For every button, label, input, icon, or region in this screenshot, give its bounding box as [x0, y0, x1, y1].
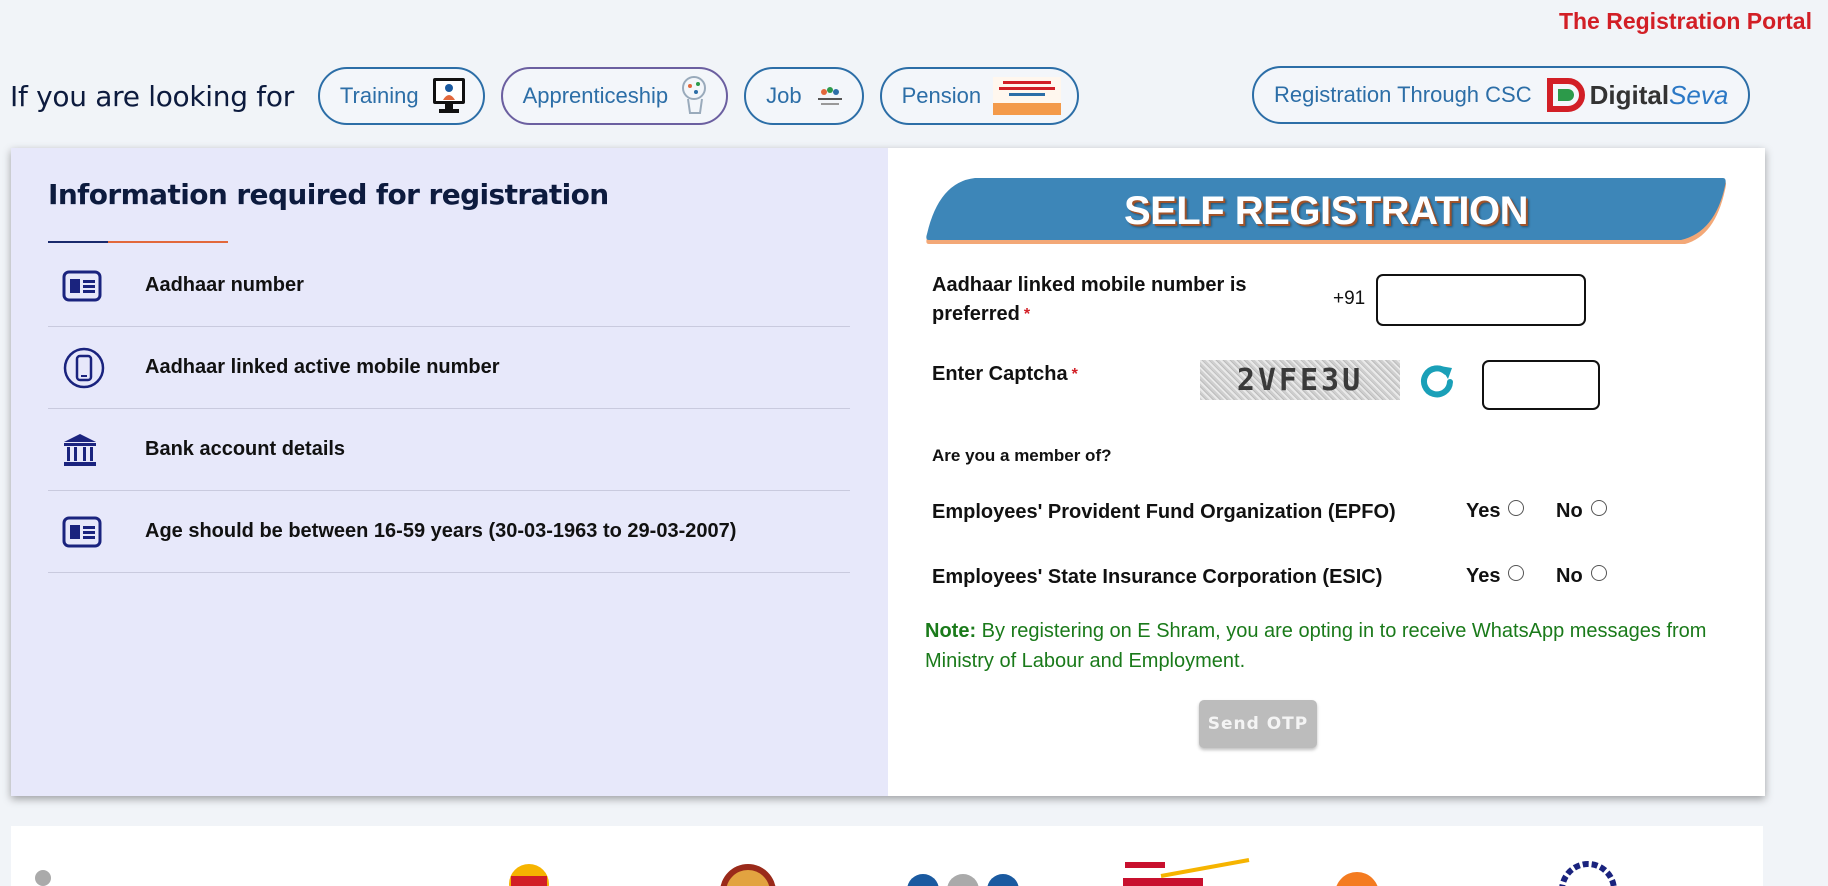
info-item-text: Bank account details: [145, 438, 346, 460]
epfo-no-radio[interactable]: [1590, 499, 1607, 516]
required-mark: *: [1071, 366, 1078, 383]
epfo-yes-radio[interactable]: [1508, 499, 1525, 516]
pension-label: Pension: [901, 83, 982, 108]
info-item-text: Aadhaar number: [145, 274, 304, 296]
no-label: No: [1556, 500, 1583, 522]
mobile-label: Aadhaar linked mobile number is preferre…: [932, 271, 1247, 329]
brand-digital: Digital: [1589, 79, 1670, 110]
info-list: Aadhaar number Aadhaar linked active mob…: [48, 245, 850, 573]
captcha-image: 2VFE3U: [1200, 360, 1400, 400]
seal-logo-icon: [720, 864, 776, 886]
mobile-label-line2: preferred: [932, 303, 1020, 325]
orange-logo-icon: [1336, 872, 1378, 886]
registration-info-panel: Information required for registration Aa…: [11, 148, 888, 796]
note-label: Note:: [925, 620, 977, 642]
digital-seva-logo-icon: [1544, 75, 1586, 115]
title-underline: [48, 241, 228, 243]
apprenticeship-label: Apprenticeship: [522, 83, 669, 108]
info-item-text: Aadhaar linked active mobile number: [145, 356, 500, 378]
epfo-no-option[interactable]: No: [1556, 499, 1607, 523]
info-item-aadhaar: Aadhaar number: [48, 245, 850, 327]
country-code-prefix: +91: [1333, 288, 1366, 309]
bank-icon: [48, 432, 145, 468]
apprenticeship-icon: [680, 74, 710, 118]
member-question: Are you a member of?: [932, 446, 1112, 465]
epfo-yes-option[interactable]: Yes: [1466, 499, 1525, 523]
yes-label: Yes: [1466, 500, 1501, 522]
self-registration-form: SELF REGISTRATION Aadhaar linked mobile …: [888, 148, 1765, 796]
registration-card: Information required for registration Aa…: [11, 148, 1765, 796]
mobile-number-input[interactable]: [1376, 274, 1586, 326]
info-title: Information required for registration: [48, 178, 609, 211]
esic-label: Employees' State Insurance Corporation (…: [932, 566, 1383, 588]
epfo-label: Employees' Provident Fund Organization (…: [932, 501, 1396, 523]
training-button[interactable]: Training: [317, 67, 485, 125]
pension-button[interactable]: Pension: [879, 67, 1080, 125]
banner-text: SELF REGISTRATION: [1123, 189, 1529, 233]
no-label: No: [1556, 565, 1583, 587]
send-otp-button[interactable]: Send OTP: [1199, 700, 1317, 748]
brand-seva: Seva: [1669, 79, 1729, 110]
captcha-input[interactable]: [1482, 360, 1600, 410]
whatsapp-note: Note: By registering on E Shram, you are…: [925, 616, 1725, 676]
registration-through-csc-button[interactable]: Registration Through CSC DigitalSeva: [1252, 66, 1751, 124]
esic-no-radio[interactable]: [1590, 564, 1607, 581]
note-text: By registering on E Shram, you are optin…: [925, 620, 1707, 672]
looking-for-bar: If you are looking for Training Apprenti…: [10, 66, 1095, 126]
csc-label: Registration Through CSC: [1274, 82, 1532, 107]
info-item-age: Age should be between 16-59 years (30-03…: [48, 491, 850, 573]
india-post-logo-icon: [1123, 858, 1250, 886]
gear-logo-icon: [1559, 861, 1617, 886]
mobile-label-line1: Aadhaar linked mobile number is: [932, 274, 1247, 296]
self-registration-banner: SELF REGISTRATION: [925, 178, 1727, 244]
portal-title: The Registration Portal: [1558, 8, 1812, 34]
job-label: Job: [766, 83, 802, 108]
captcha-label: Enter Captcha *: [932, 360, 1078, 389]
pm-sym-pension-logo: [993, 77, 1062, 115]
required-mark: *: [1023, 306, 1031, 323]
job-portal-logo: [814, 82, 846, 110]
training-label: Training: [339, 83, 419, 108]
captcha-label-text: Enter Captcha: [932, 363, 1068, 385]
emblem-logo-icon: [35, 870, 51, 886]
info-item-mobile: Aadhaar linked active mobile number: [48, 327, 850, 409]
apprenticeship-button[interactable]: Apprenticeship: [500, 67, 729, 125]
training-computer-icon: [431, 76, 467, 116]
partner-logos-strip: [11, 826, 1763, 886]
info-item-text: Age should be between 16-59 years (30-03…: [145, 520, 737, 542]
refresh-captcha-icon[interactable]: [1418, 362, 1458, 407]
id-card-icon: [48, 516, 145, 548]
mobile-phone-icon: [48, 346, 145, 390]
looking-for-label: If you are looking for: [10, 79, 294, 113]
esic-yes-option[interactable]: Yes: [1466, 564, 1525, 588]
esic-yes-radio[interactable]: [1508, 564, 1525, 581]
sun-logo-icon: [509, 864, 549, 886]
esic-no-option[interactable]: No: [1556, 564, 1607, 588]
yes-label: Yes: [1466, 565, 1501, 587]
digital-seva-brand: DigitalSeva: [1590, 80, 1729, 111]
id-card-icon: [48, 270, 145, 302]
job-button[interactable]: Job: [744, 67, 864, 125]
three-circles-logo-icon: [907, 874, 1019, 886]
info-item-bank: Bank account details: [48, 409, 850, 491]
